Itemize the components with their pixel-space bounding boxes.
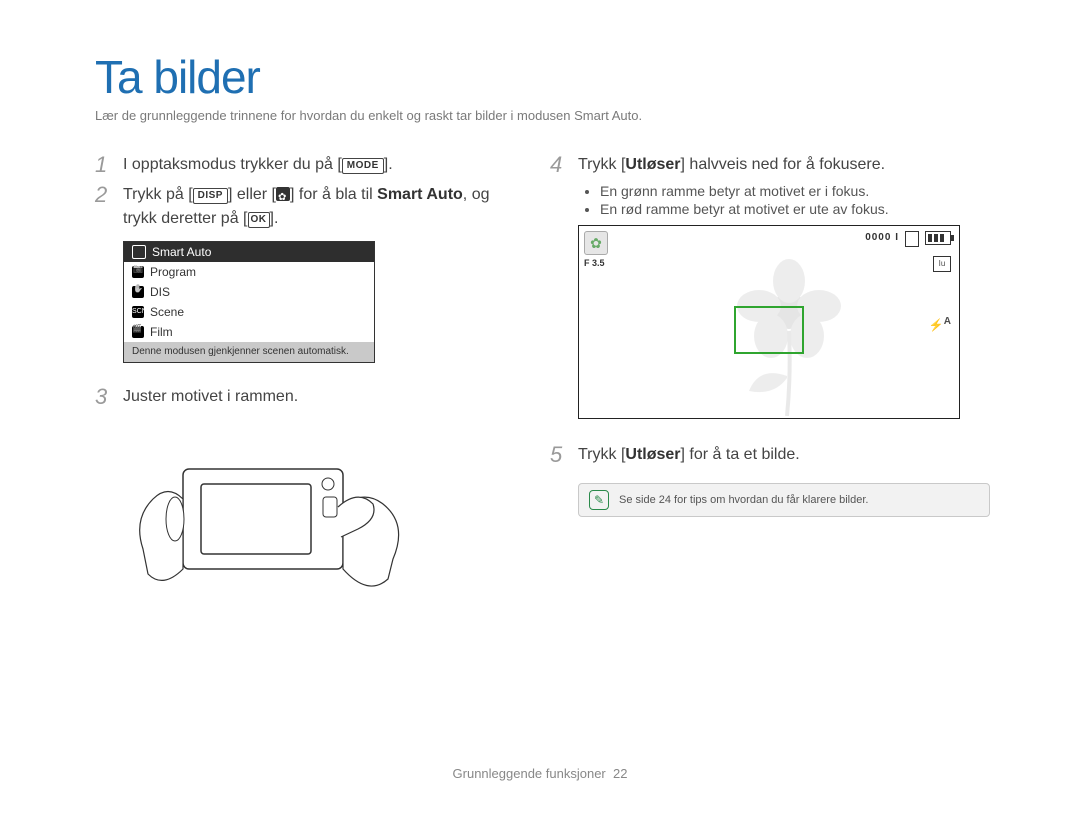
step-number: 1: [95, 153, 113, 177]
macro-icon: [276, 187, 290, 201]
dis-icon: [132, 286, 144, 298]
hands-holding-camera-illustration: [123, 429, 413, 624]
bullet-green-frame: En grønn ramme betyr at motivet er i fok…: [600, 183, 990, 199]
mode-menu-item: SCNScene: [124, 302, 374, 322]
ok-button-label: OK: [248, 212, 270, 228]
step-3: 3 Juster motivet i rammen.: [95, 385, 490, 409]
page-footer: Grunnleggende funksjoner 22: [95, 766, 985, 781]
mode-menu-item: DIS: [124, 282, 374, 302]
scene-icon: SCN: [132, 306, 144, 318]
film-icon: [132, 326, 144, 338]
step-number: 3: [95, 385, 113, 409]
note-icon: ✎: [589, 490, 609, 510]
step-number: 5: [550, 443, 568, 467]
tip-text: Se side 24 for tips om hvordan du får kl…: [619, 494, 868, 506]
step-4-bullets: En grønn ramme betyr at motivet er i fok…: [600, 183, 990, 217]
mode-menu-description: Denne modusen gjenkjenner scenen automat…: [124, 342, 374, 362]
focus-frame: [734, 306, 804, 354]
resolution-indicator: Iu: [933, 256, 951, 272]
step-text: Trykk [Utløser] for å ta et bilde.: [578, 443, 800, 467]
flash-auto-indicator: ⚡A: [929, 316, 951, 332]
step-2: 2 Trykk på [DISP] eller [] for å bla til…: [95, 183, 490, 231]
step-number: 2: [95, 183, 113, 231]
mode-menu-selected: Smart Auto: [124, 242, 374, 262]
manual-page: Ta bilder Lær de grunnleggende trinnene …: [0, 0, 1080, 815]
tip-box: ✎ Se side 24 for tips om hvordan du får …: [578, 483, 990, 517]
step-text: Trykk på [DISP] eller [] for å bla til S…: [123, 183, 490, 231]
step-text: Juster motivet i rammen.: [123, 385, 298, 409]
camera-lcd-preview: ✿ F 3.5 0000 I Iu ⚡A: [578, 225, 960, 419]
step-1: 1 I opptaksmodus trykker du på [MODE].: [95, 153, 490, 177]
aperture-value: F 3.5: [584, 258, 605, 268]
memory-card-icon: [905, 231, 919, 247]
step-text: Trykk [Utløser] halvveis ned for å fokus…: [578, 153, 885, 177]
page-title: Ta bilder: [95, 50, 990, 104]
step-text: I opptaksmodus trykker du på [MODE].: [123, 153, 393, 177]
step-5: 5 Trykk [Utløser] for å ta et bilde.: [550, 443, 990, 467]
battery-icon: [925, 231, 951, 245]
mode-menu-item: Program: [124, 262, 374, 282]
shot-counter: 0000 I: [865, 232, 899, 243]
mode-menu-illustration: Smart Auto Program DIS SCNScene Film Den…: [123, 241, 375, 363]
bullet-red-frame: En rød ramme betyr at motivet er ute av …: [600, 201, 990, 217]
smart-auto-indicator-icon: ✿: [584, 231, 608, 255]
program-icon: [132, 266, 144, 278]
right-column: 4 Trykk [Utløser] halvveis ned for å fok…: [550, 153, 990, 629]
smart-auto-icon: [132, 245, 146, 259]
disp-button-label: DISP: [193, 188, 228, 204]
step-number: 4: [550, 153, 568, 177]
two-column-layout: 1 I opptaksmodus trykker du på [MODE]. 2…: [95, 153, 990, 629]
page-subtitle: Lær de grunnleggende trinnene for hvorda…: [95, 108, 990, 123]
mode-button-label: MODE: [342, 158, 384, 174]
step-4: 4 Trykk [Utløser] halvveis ned for å fok…: [550, 153, 990, 177]
mode-menu-item: Film: [124, 322, 374, 342]
left-column: 1 I opptaksmodus trykker du på [MODE]. 2…: [95, 153, 490, 629]
